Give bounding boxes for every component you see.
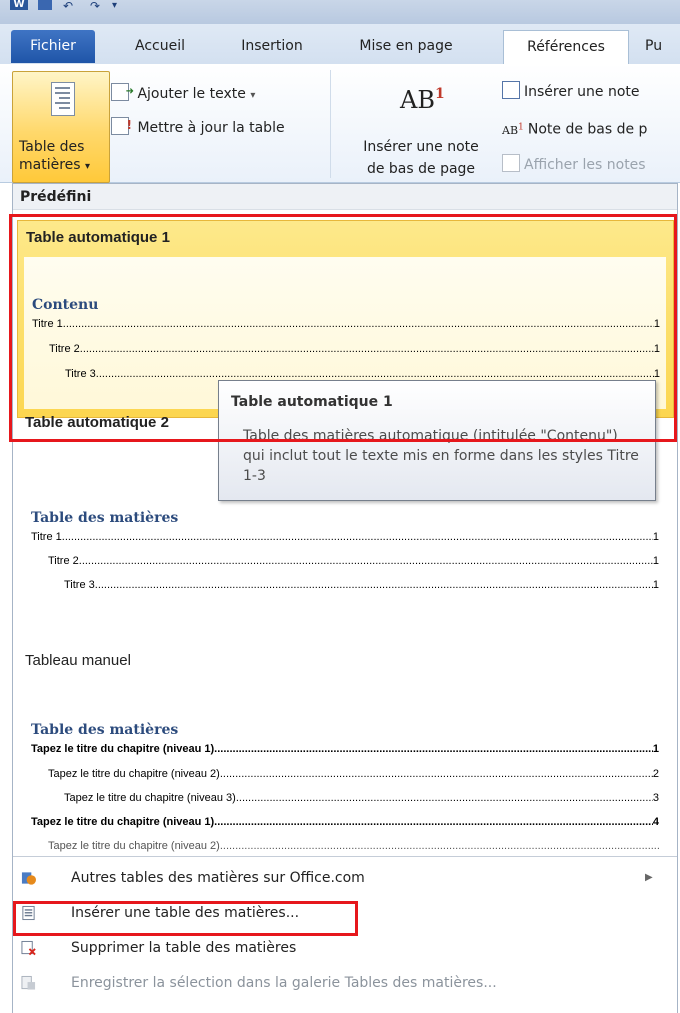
show-notes-icon bbox=[502, 154, 520, 172]
quick-access-toolbar: W ↶ ↷ ▾ bbox=[0, 0, 680, 24]
gallery-item-manual-table[interactable]: Tableau manuel Table des matières Tapez … bbox=[17, 648, 672, 854]
toc-preview-line: Tapez le titre du chapitre (niveau 1)1 bbox=[31, 742, 659, 756]
tab-file[interactable]: Fichier bbox=[11, 30, 95, 63]
endnote-icon bbox=[502, 81, 520, 99]
menu-item-save-selection[interactable]: Enregistrer la sélection dans la galerie… bbox=[13, 967, 675, 999]
gallery-item-title: Tableau manuel bbox=[25, 652, 131, 669]
update-table-button[interactable]: ! Mettre à jour la table bbox=[111, 117, 285, 139]
toc-preview-line: Titre 31 bbox=[64, 578, 659, 592]
update-table-label: Mettre à jour la table bbox=[137, 120, 285, 136]
redo-icon[interactable]: ↷ bbox=[90, 0, 100, 12]
office-online-icon bbox=[21, 872, 36, 885]
toc-preview-line: Tapez le titre du chapitre (niveau 3)3 bbox=[64, 791, 659, 805]
toc-preview-heading: Table des matières bbox=[31, 722, 179, 738]
toc-label-line2: matières bbox=[19, 157, 81, 173]
tab-home[interactable]: Accueil bbox=[115, 30, 205, 63]
toc-preview-heading: Table des matières bbox=[31, 510, 179, 526]
chevron-down-icon: ▾ bbox=[250, 90, 256, 101]
tab-page-layout[interactable]: Mise en page bbox=[340, 30, 472, 63]
toc-preview-line-cut: Tapez le titre du chapitre (niveau 2) bbox=[48, 839, 659, 853]
qat-dropdown-icon[interactable]: ▾ bbox=[112, 0, 117, 12]
toc-preview-line: Titre 11 bbox=[31, 530, 659, 544]
remove-toc-icon bbox=[21, 940, 36, 956]
table-of-contents-label: Table des matières ▾ bbox=[13, 138, 111, 176]
add-text-icon: ➜ bbox=[111, 83, 134, 101]
tab-insert[interactable]: Insertion bbox=[222, 30, 322, 63]
chevron-down-icon: ▾ bbox=[85, 161, 91, 172]
update-table-icon: ! bbox=[111, 117, 132, 135]
show-notes-label: Afficher les notes bbox=[524, 157, 646, 173]
show-notes-button[interactable]: Afficher les notes bbox=[502, 154, 646, 176]
chevron-right-icon: ▶ bbox=[645, 872, 653, 883]
add-text-label: Ajouter le texte bbox=[137, 86, 246, 102]
insert-endnote-label: Insérer une note bbox=[524, 84, 640, 100]
footnote-icon-text: AB bbox=[400, 86, 435, 114]
menu-item-more-tables-office[interactable]: Autres tables des matières sur Office.co… bbox=[13, 862, 675, 894]
table-of-contents-button[interactable]: Table des matières ▾ bbox=[12, 71, 110, 183]
footnote-icon: AB1 bbox=[400, 86, 460, 126]
highlight-outline bbox=[9, 214, 677, 442]
toc-preview-line: Tapez le titre du chapitre (niveau 2)2 bbox=[48, 767, 659, 781]
next-footnote-label: Note de bas de p bbox=[527, 121, 648, 138]
toc-preview-line: Tapez le titre du chapitre (niveau 1)4 bbox=[31, 815, 659, 829]
tab-references[interactable]: Références bbox=[503, 30, 629, 65]
footnote-icon-sup: 1 bbox=[434, 86, 445, 102]
ribbon-tab-bar: Fichier Accueil Insertion Mise en page R… bbox=[0, 24, 680, 65]
insert-footnote-line2: de bas de page bbox=[366, 161, 476, 177]
next-footnote-icon: AB1 bbox=[502, 121, 524, 137]
menu-item-remove-toc[interactable]: Supprimer la table des matières bbox=[13, 932, 675, 964]
word-icon[interactable]: W bbox=[10, 0, 28, 10]
document-icon bbox=[51, 82, 75, 116]
save-to-gallery-icon bbox=[21, 975, 36, 990]
save-icon[interactable] bbox=[38, 0, 52, 10]
next-footnote-button[interactable]: AB1 Note de bas de p bbox=[502, 116, 647, 138]
undo-icon[interactable]: ↶ bbox=[63, 0, 73, 12]
insert-endnote-button[interactable]: Insérer une note bbox=[502, 81, 640, 103]
highlight-outline bbox=[13, 901, 358, 936]
add-text-button[interactable]: ➜ Ajouter le texte ▾ bbox=[111, 83, 255, 105]
gallery-section-header: Prédéfini bbox=[13, 184, 677, 210]
tab-truncated[interactable]: Pu bbox=[645, 30, 680, 63]
insert-footnote-button[interactable]: AB1 Insérer une note de bas de page bbox=[340, 80, 510, 180]
toc-preview-line: Titre 21 bbox=[48, 554, 659, 568]
toc-label-line1: Table des bbox=[19, 139, 85, 155]
insert-footnote-line1: Insérer une note bbox=[363, 139, 479, 155]
ribbon-separator bbox=[330, 70, 331, 178]
insert-footnote-label: Insérer une note de bas de page bbox=[340, 136, 502, 180]
